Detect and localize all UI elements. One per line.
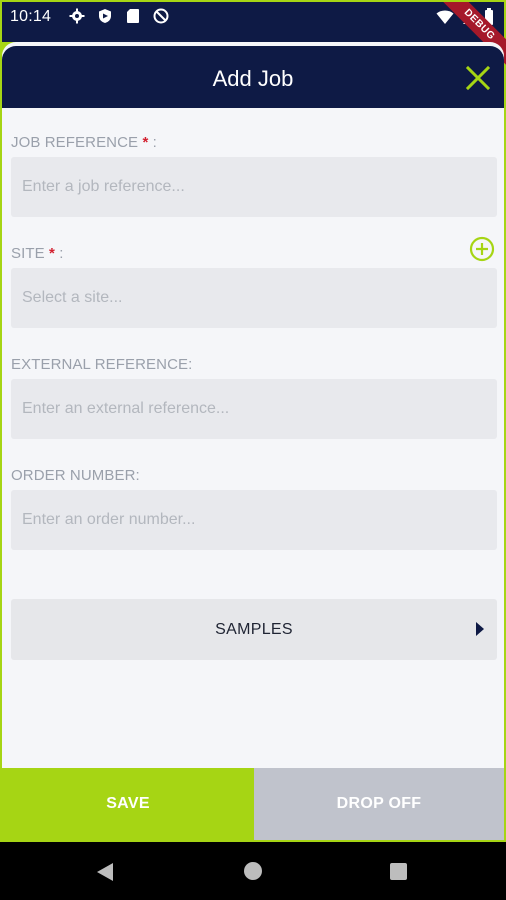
samples-button[interactable]: SAMPLES [11,599,497,660]
order-number-label: ORDER NUMBER: [11,467,140,484]
recent-apps-icon[interactable] [390,863,407,880]
status-bar: 10:14 [2,2,504,42]
site-label-text: SITE [11,245,45,262]
page-title: Add Job [212,66,294,91]
site-select[interactable] [11,268,497,328]
home-icon[interactable] [244,862,262,880]
external-reference-input[interactable] [11,379,497,439]
add-site-button[interactable] [469,236,495,262]
close-button[interactable] [464,64,492,92]
back-icon[interactable] [96,862,114,882]
job-reference-input[interactable] [11,157,497,217]
app-frame: 10:14 DEBUG Add Job JOB REFERENCE *: En… [0,0,506,900]
sd-card-icon [124,7,142,25]
battery-icon [484,8,494,30]
status-icons-left [68,7,170,25]
system-nav-bar [0,842,506,900]
add-job-sheet: Add Job JOB REFERENCE * : SITE * : EXTER… [2,42,504,840]
header: Add Job [2,46,504,108]
close-icon [465,65,491,91]
plus-circle-icon [469,236,495,262]
job-reference-label-text: JOB REFERENCE [11,134,139,151]
order-number-input[interactable] [11,490,497,550]
settings-icon [68,7,86,25]
no-entry-icon [152,7,170,25]
status-icons-right [436,8,494,30]
external-reference-label: EXTERNAL REFERENCE: [11,356,193,373]
save-button[interactable]: SAVE [2,768,254,840]
bottom-action-bar: SAVE DROP OFF [2,768,504,840]
label-suffix: : [148,134,157,151]
shield-icon [96,7,114,25]
samples-label: SAMPLES [215,621,293,638]
job-reference-label: JOB REFERENCE * : [11,134,157,151]
cell-signal-icon [462,9,476,30]
label-suffix: : [54,245,64,262]
caret-right-icon [476,622,484,636]
wifi-icon [436,9,454,30]
site-label: SITE * : [11,245,64,262]
status-time: 10:14 [10,8,52,25]
drop-off-button[interactable]: DROP OFF [254,768,504,840]
